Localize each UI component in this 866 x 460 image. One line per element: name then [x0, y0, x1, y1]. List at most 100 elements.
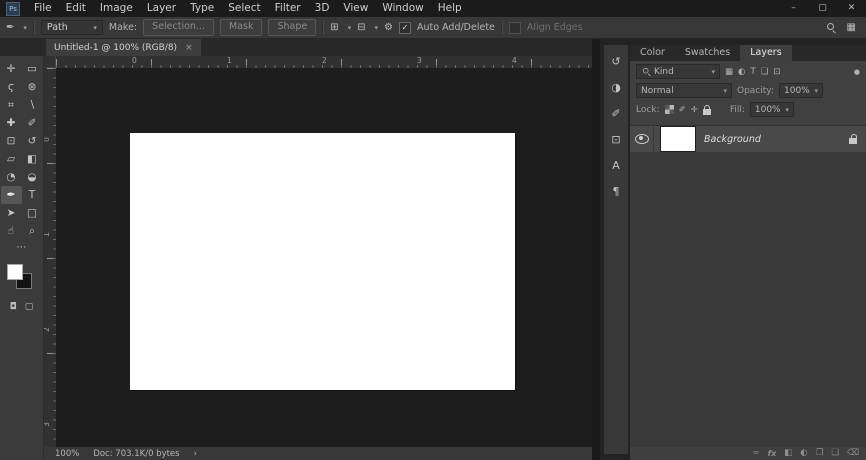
crop-tool-icon[interactable]: ⌗ — [1, 96, 22, 114]
maximize-button[interactable]: ▢ — [808, 0, 837, 17]
menu-help[interactable]: Help — [431, 0, 469, 17]
menu-window[interactable]: Window — [375, 0, 430, 17]
character-panel-icon[interactable]: A — [612, 159, 620, 172]
align-edges-checkbox[interactable]: ✓ — [508, 21, 521, 34]
visibility-toggle[interactable] — [630, 126, 654, 152]
gradient-tool-icon[interactable]: ◧ — [22, 150, 43, 168]
marquee-tool-icon[interactable]: ▭ — [22, 60, 43, 78]
eyedropper-tool-icon[interactable]: ∖ — [22, 96, 43, 114]
layer-row-background[interactable]: Background — [630, 126, 866, 152]
layer-style-icon[interactable]: fx — [768, 449, 777, 458]
panel-gap — [592, 39, 600, 460]
workspace-icon[interactable]: ▦ — [847, 22, 856, 33]
blend-mode-select[interactable]: Normal ▾ — [636, 83, 732, 98]
filter-shape-layers-icon[interactable]: ❏ — [761, 67, 769, 77]
document-tab[interactable]: Untitled-1 @ 100% (RGB/8) × — [46, 39, 201, 56]
eraser-tool-icon[interactable]: ▱ — [1, 150, 22, 168]
chevron-down-icon: ▾ — [723, 86, 727, 95]
pen-tool-icon[interactable]: ✒ — [0, 186, 22, 204]
app-icon[interactable]: Ps — [6, 1, 20, 16]
menu-layer[interactable]: Layer — [140, 0, 183, 17]
tab-swatches[interactable]: Swatches — [675, 45, 740, 61]
lock-pixels-icon[interactable]: ✐ — [679, 105, 686, 115]
edit-toolbar-icon[interactable]: ⋯ — [0, 240, 43, 256]
filter-adjustment-layers-icon[interactable]: ◐ — [738, 67, 745, 77]
make-selection-button[interactable]: Selection... — [143, 19, 214, 36]
filter-toggle-icon[interactable]: ● — [854, 68, 860, 76]
lasso-tool-icon[interactable]: ϛ — [1, 78, 22, 96]
delete-layer-icon[interactable]: ⌫ — [847, 448, 859, 458]
menu-edit[interactable]: Edit — [59, 0, 93, 17]
healing-brush-tool-icon[interactable]: ✚ — [1, 114, 22, 132]
brush-tool-icon[interactable]: ✐ — [22, 114, 43, 132]
zoom-level-field[interactable]: 100% — [55, 449, 79, 459]
tool-mode-select[interactable]: Path ▾ — [40, 20, 103, 35]
clone-source-panel-icon[interactable]: ⊡ — [611, 133, 620, 146]
document-canvas[interactable] — [130, 133, 515, 390]
zoom-tool-icon[interactable]: ⌕ — [22, 222, 43, 240]
path-alignment-icon[interactable]: ⊟ — [357, 22, 365, 33]
menu-file[interactable]: File — [27, 0, 59, 17]
new-layer-icon[interactable]: ❏ — [831, 448, 839, 458]
tool-preset-caret-icon[interactable]: ▾ — [23, 24, 27, 32]
chevron-down-icon[interactable]: ▾ — [348, 24, 352, 32]
menu-filter[interactable]: Filter — [268, 0, 308, 17]
tab-layers[interactable]: Layers — [740, 45, 792, 61]
shape-tool-icon[interactable]: □ — [22, 204, 43, 222]
tab-color[interactable]: Color — [630, 45, 675, 61]
screen-mode-icon[interactable]: ▢ — [25, 302, 34, 312]
path-selection-tool-icon[interactable]: ➤ — [1, 204, 22, 222]
menu-view[interactable]: View — [336, 0, 375, 17]
brush-settings-panel-icon[interactable]: ✐ — [611, 107, 620, 120]
fill-label: Fill: — [729, 104, 745, 115]
foreground-color-swatch[interactable] — [7, 264, 23, 280]
dodge-tool-icon[interactable]: ◒ — [22, 168, 43, 186]
status-chevron-icon[interactable]: › — [194, 449, 197, 459]
close-button[interactable]: ✕ — [837, 0, 866, 17]
history-panel-icon[interactable]: ↺ — [611, 55, 620, 68]
blur-tool-icon[interactable]: ◔ — [1, 168, 22, 186]
history-brush-tool-icon[interactable]: ↺ — [22, 132, 43, 150]
link-layers-icon[interactable]: ∞ — [753, 448, 760, 458]
tab-close-icon[interactable]: × — [185, 43, 193, 53]
quick-selection-tool-icon[interactable]: ⊛ — [22, 78, 43, 96]
properties-panel-icon[interactable]: ◑ — [611, 81, 621, 94]
lock-position-icon[interactable]: ✛ — [691, 105, 698, 115]
filter-pixel-layers-icon[interactable]: ▦ — [725, 67, 733, 77]
canvas-area[interactable] — [56, 68, 592, 447]
move-tool-icon[interactable]: ✛ — [1, 60, 22, 78]
lock-transparency-icon[interactable] — [664, 105, 674, 114]
menu-3d[interactable]: 3D — [308, 0, 337, 17]
quick-mask-icon[interactable]: ◘ — [10, 302, 17, 312]
gear-icon[interactable]: ⚙ — [384, 22, 393, 33]
clone-stamp-tool-icon[interactable]: ⊡ — [1, 132, 22, 150]
paragraph-panel-icon[interactable]: ¶ — [613, 185, 620, 198]
minimize-button[interactable]: – — [779, 0, 808, 17]
menu-select[interactable]: Select — [221, 0, 267, 17]
lock-all-icon[interactable] — [702, 104, 711, 115]
vertical-ruler: 0 1 2 3 — [42, 68, 56, 447]
layer-mask-icon[interactable]: ◧ — [784, 448, 792, 458]
layer-group-icon[interactable]: ❐ — [816, 448, 824, 458]
make-shape-button[interactable]: Shape — [268, 19, 317, 36]
filter-type-layers-icon[interactable]: T — [750, 67, 755, 77]
path-operations-icon[interactable]: ⊞ — [330, 22, 338, 33]
auto-add-delete-checkbox[interactable]: ✓ — [399, 21, 411, 34]
doc-size-info[interactable]: Doc: 703.1K/0 bytes — [93, 449, 179, 459]
opacity-field[interactable]: 100% ▾ — [779, 83, 823, 98]
layer-thumbnail[interactable] — [660, 126, 696, 152]
kind-filter-select[interactable]: Kind ▾ — [636, 64, 720, 79]
filter-smart-objects-icon[interactable]: ⊡ — [773, 67, 780, 77]
auto-add-delete-label: Auto Add/Delete — [417, 22, 495, 33]
menu-type[interactable]: Type — [183, 0, 221, 17]
search-icon[interactable] — [826, 22, 837, 33]
chevron-down-icon[interactable]: ▾ — [375, 24, 379, 32]
make-mask-button[interactable]: Mask — [219, 19, 263, 36]
tool-preset-icon[interactable]: ✒ — [6, 22, 14, 33]
type-tool-icon[interactable]: T — [22, 186, 43, 204]
menu-image[interactable]: Image — [93, 0, 140, 17]
fill-field[interactable]: 100% ▾ — [749, 102, 794, 117]
hand-tool-icon[interactable]: ☝ — [1, 222, 22, 240]
adjustment-layer-icon[interactable]: ◐ — [800, 448, 807, 458]
opacity-label: Opacity: — [737, 85, 774, 96]
